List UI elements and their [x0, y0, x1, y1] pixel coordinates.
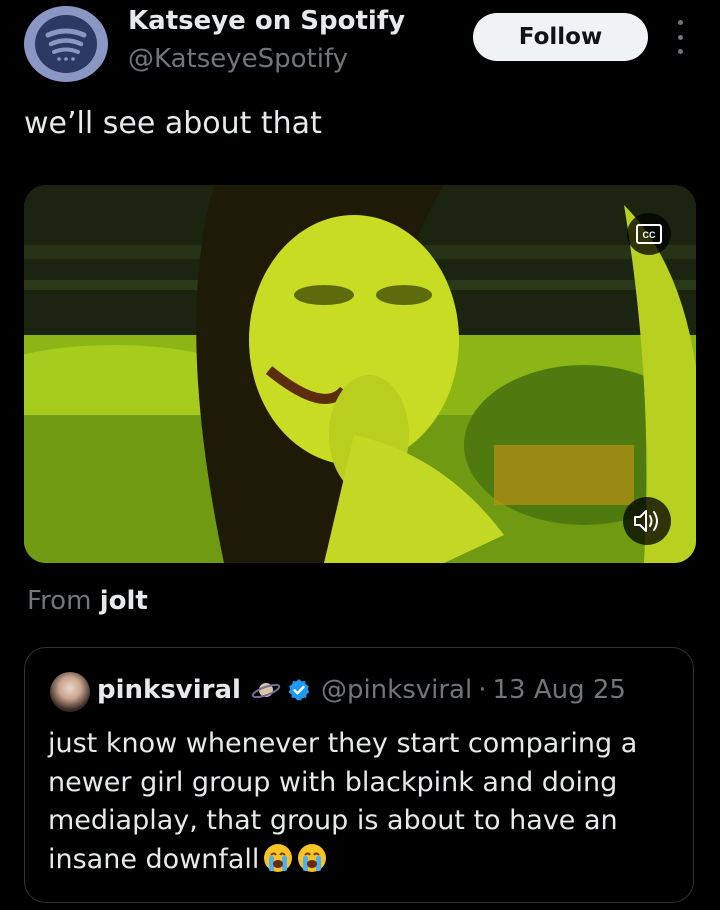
volume-button[interactable] — [623, 497, 671, 545]
display-name[interactable]: Katseye on Spotify — [128, 6, 405, 36]
from-source-link[interactable]: jolt — [100, 586, 148, 616]
crying-face-emoji-icon — [264, 843, 293, 872]
quote-separator: · — [478, 675, 487, 705]
quote-header: pinksviral @pinksviral · 13 Aug 25 — [97, 672, 626, 708]
closed-captions-icon: CC — [636, 224, 662, 244]
quote-text: just know whenever they start comparing … — [48, 725, 668, 879]
post-text: we’ll see about that — [24, 106, 322, 141]
verified-badge-icon — [287, 678, 311, 702]
volume-icon — [634, 510, 658, 532]
quote-date[interactable]: 13 Aug 25 — [492, 675, 625, 705]
quote-display-name[interactable]: pinksviral — [97, 675, 241, 705]
closed-captions-button[interactable]: CC — [627, 213, 671, 255]
media-source: From jolt — [27, 586, 148, 616]
spotify-icon — [35, 15, 97, 73]
more-vertical-icon[interactable] — [670, 20, 690, 54]
quote-text-line: insane downfall — [48, 843, 260, 875]
follow-button[interactable]: Follow — [473, 13, 648, 61]
crying-face-emoji-icon — [298, 843, 327, 872]
quote-text-line: just know whenever they start comparing … — [48, 728, 638, 759]
video-frame — [24, 185, 696, 563]
from-prefix: From — [27, 586, 92, 616]
account-handle[interactable]: @KatseyeSpotify — [128, 44, 348, 74]
quote-text-line: newer girl group with blackpink and doin… — [48, 766, 618, 798]
quote-avatar[interactable] — [50, 672, 90, 712]
svg-text:CC: CC — [643, 230, 656, 240]
quote-text-line-last: insane downfall — [48, 841, 668, 880]
planet-icon — [251, 679, 281, 701]
video-player[interactable] — [24, 185, 696, 563]
account-avatar[interactable] — [24, 6, 108, 82]
quote-handle[interactable]: @pinksviral — [321, 675, 472, 705]
quote-text-line: mediaplay, that group is about to have a… — [48, 805, 618, 836]
